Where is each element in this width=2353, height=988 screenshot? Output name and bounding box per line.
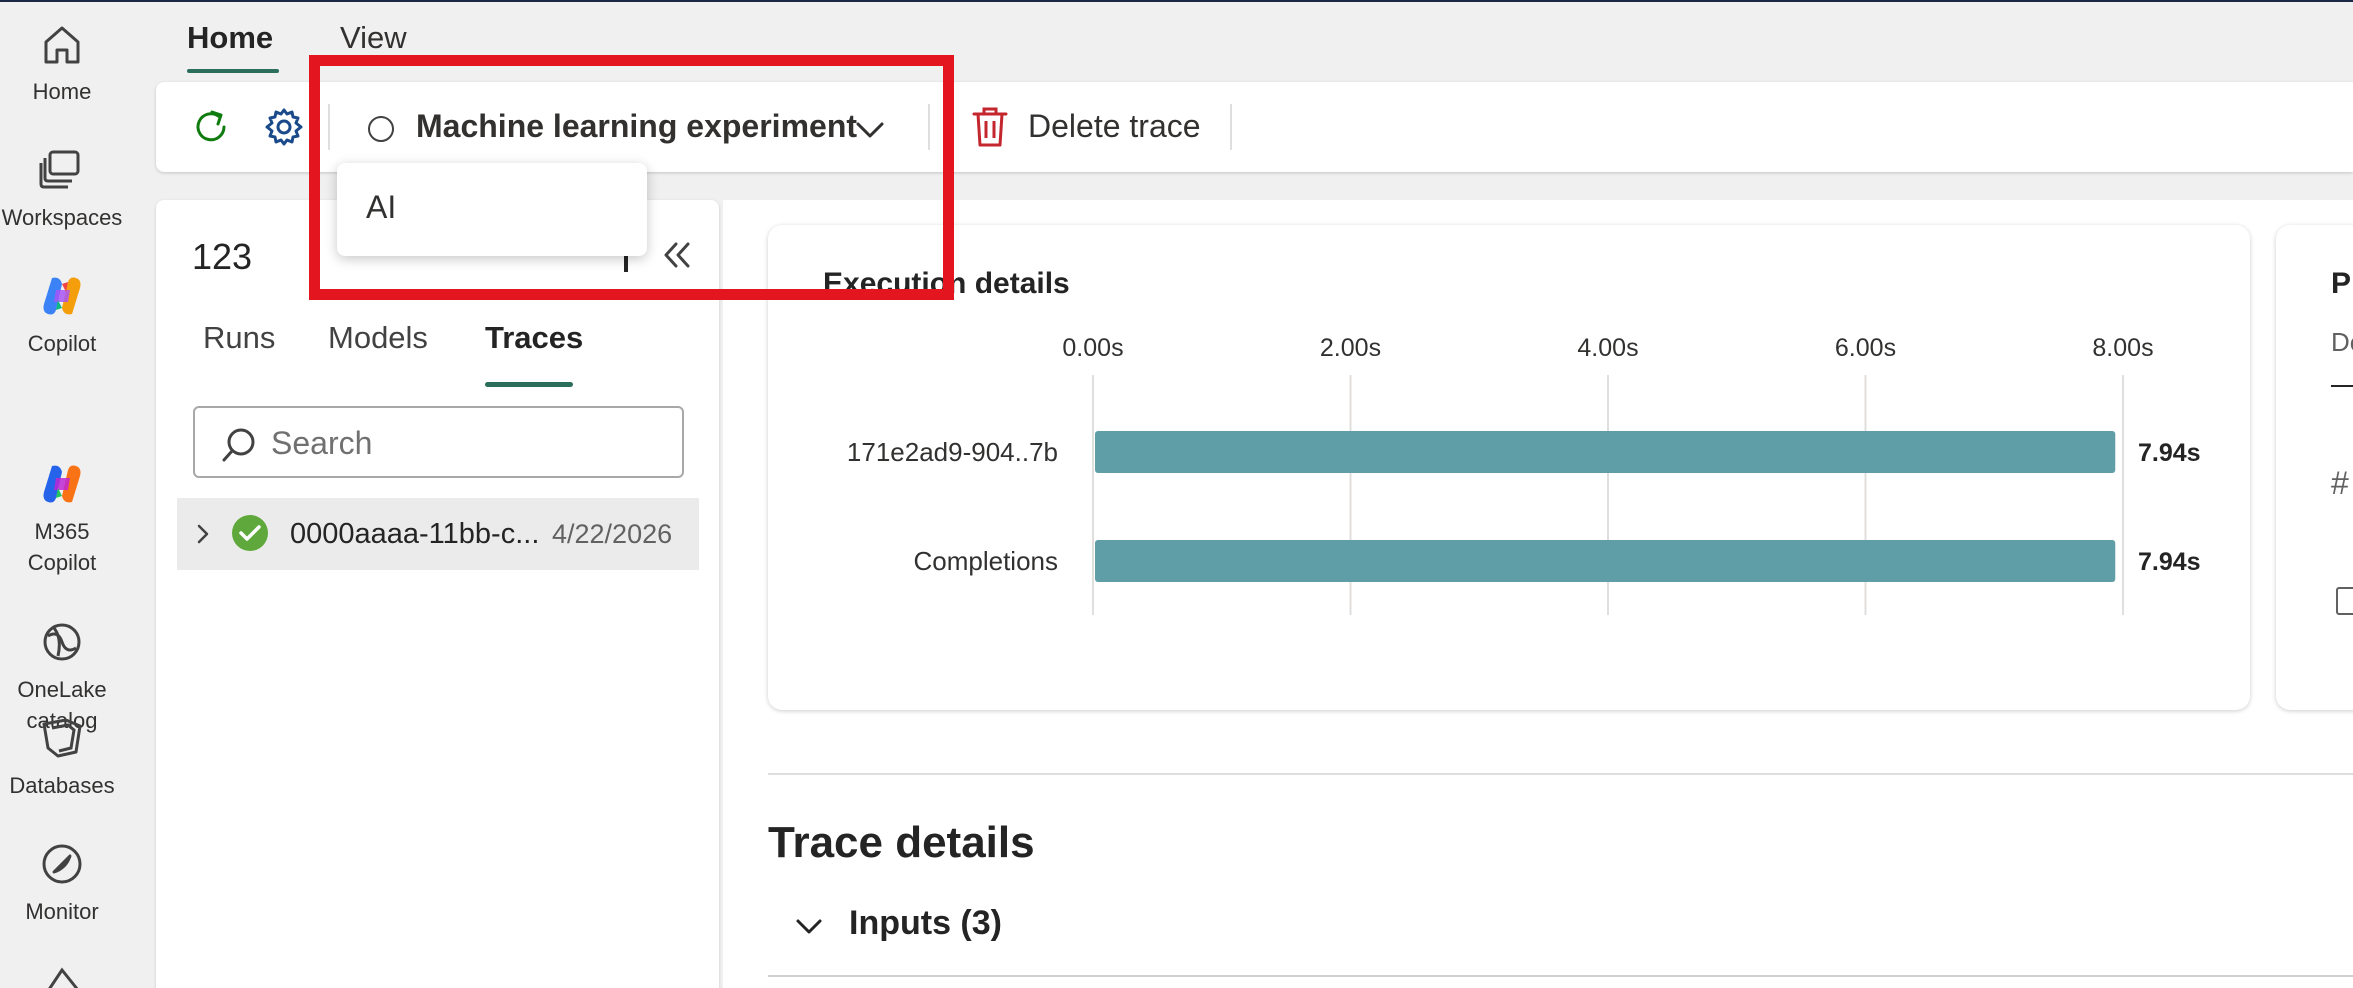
trash-icon — [972, 107, 1008, 147]
execution-details-card: Execution details 0.00s 2.00s 4.00s 6.00s 8.… — [768, 225, 2250, 710]
trace-row-name: 0000aaaa-11bb-c... — [290, 518, 540, 550]
rail-item-home[interactable]: Home — [0, 18, 124, 107]
properties-card-subtitle: De — [2331, 327, 2353, 357]
x-tick-label: 4.00s — [1577, 334, 1638, 362]
x-tick-label: 2.00s — [1320, 334, 1381, 362]
category-label: Completions — [913, 546, 1058, 576]
rail-item-copilot[interactable]: Copilot — [0, 270, 124, 359]
bar — [1095, 431, 2116, 473]
properties-card-underline — [2331, 385, 2353, 387]
experiment-panel: 123 Runs Models Traces 0000aaaa-11bb-c..… — [156, 200, 719, 988]
success-check-icon — [232, 515, 268, 551]
inputs-section-label: Inputs (3) — [849, 904, 1002, 942]
workspaces-icon — [36, 144, 88, 196]
search-input[interactable] — [271, 422, 661, 464]
delete-trace-label: Delete trace — [1028, 108, 1201, 144]
bar-value-label: 7.94s — [2138, 548, 2201, 576]
tab-view[interactable]: View — [340, 20, 407, 56]
chevron-down-icon — [796, 919, 822, 934]
highlight-annotation — [309, 55, 954, 300]
category-label: 171e2ad9-904..7b — [847, 437, 1058, 467]
bar-value-label: 7.94s — [2138, 439, 2201, 467]
app-rail: Home Workspaces Copilot M365 Copilot One… — [0, 2, 124, 988]
bar — [1095, 540, 2116, 582]
document-icon — [2336, 587, 2353, 615]
x-tick-label: 0.00s — [1062, 334, 1123, 362]
rail-item-monitor[interactable]: Monitor — [0, 838, 124, 927]
refresh-button[interactable] — [188, 104, 234, 150]
section-bottom-line — [768, 975, 2353, 977]
tab-home[interactable]: Home — [187, 20, 273, 56]
m365-copilot-icon — [36, 427, 88, 503]
rail-label-databases: Databases — [9, 773, 115, 798]
settings-button[interactable] — [261, 104, 307, 150]
rail-more-icon[interactable] — [40, 964, 84, 988]
top-border — [0, 0, 2353, 2]
rail-item-databases[interactable]: Databases — [0, 712, 124, 801]
search-icon — [222, 428, 255, 462]
rail-label-workspaces: Workspaces — [1, 205, 123, 230]
refresh-icon — [196, 110, 226, 142]
rail-label-copilot: Copilot — [27, 331, 97, 356]
copilot-icon — [36, 270, 88, 322]
rail-item-workspaces[interactable]: Workspaces — [0, 144, 124, 233]
tab-home-underline — [187, 69, 279, 73]
home-icon — [36, 18, 88, 70]
rail-item-onelake-catalog[interactable]: OneLake catalog — [0, 554, 124, 736]
x-tick-label: 6.00s — [1835, 334, 1896, 362]
rail-label-monitor: Monitor — [25, 899, 99, 924]
chevron-right-icon[interactable] — [191, 520, 215, 548]
section-divider — [768, 773, 2353, 775]
tab-runs[interactable]: Runs — [203, 320, 275, 356]
databases-icon — [36, 712, 88, 764]
search-box — [193, 406, 684, 478]
properties-card: Pr De # — [2276, 225, 2353, 710]
rail-item-m365-copilot[interactable]: M365 Copilot — [0, 396, 124, 578]
experiment-title: 123 — [192, 236, 253, 277]
monitor-icon — [36, 838, 88, 890]
tab-traces[interactable]: Traces — [485, 320, 583, 356]
toolbar-separator — [1230, 104, 1232, 150]
trace-row-date: 4/22/2026 — [552, 519, 673, 549]
trace-row[interactable]: 0000aaaa-11bb-c... 4/22/2026 — [177, 498, 699, 570]
properties-card-title: Pr — [2331, 267, 2353, 300]
tab-traces-underline — [485, 382, 573, 387]
tab-models[interactable]: Models — [328, 320, 428, 356]
rail-label-home: Home — [32, 79, 92, 104]
x-tick-label: 8.00s — [2092, 334, 2153, 362]
onelake-icon — [36, 585, 88, 661]
hash-icon: # — [2331, 465, 2349, 501]
trace-details-heading: Trace details — [768, 818, 1035, 867]
gear-icon — [265, 108, 303, 146]
execution-chart: 0.00s 2.00s 4.00s 6.00s 8.00s 171e2ad9-904..7… — [847, 334, 2201, 615]
